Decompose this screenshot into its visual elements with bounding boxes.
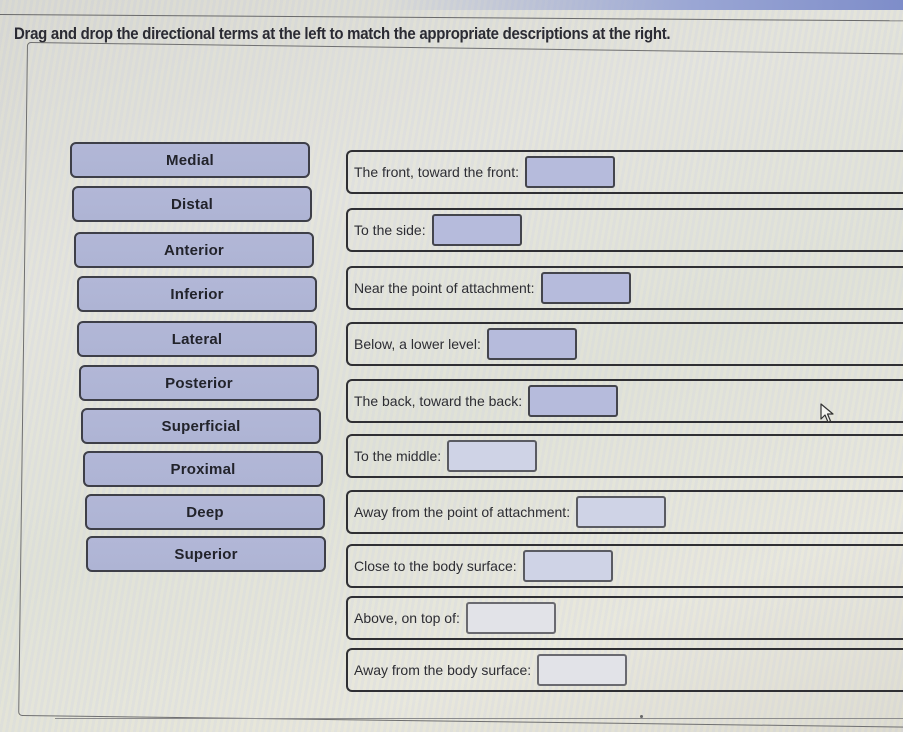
description-row: Near the point of attachment: xyxy=(346,266,903,310)
drop-target[interactable] xyxy=(528,385,619,417)
stray-dot xyxy=(640,715,643,718)
drop-target[interactable] xyxy=(537,654,628,686)
term-label: Lateral xyxy=(171,330,223,348)
term-label: Medial xyxy=(166,151,214,169)
term-label: Posterior xyxy=(165,374,233,392)
term-tile-deep[interactable]: Deep xyxy=(85,494,325,530)
drop-target[interactable] xyxy=(524,156,615,188)
description-label: Below, a lower level: xyxy=(354,336,481,352)
term-tile-proximal[interactable]: Proximal xyxy=(83,451,323,487)
term-tile-lateral[interactable]: Lateral xyxy=(77,321,317,357)
description-label: Above, on top of: xyxy=(354,610,460,626)
term-tile-posterior[interactable]: Posterior xyxy=(79,365,319,401)
term-tile-inferior[interactable]: Inferior xyxy=(77,276,317,312)
description-label: Away from the point of attachment: xyxy=(354,504,571,520)
term-tile-superficial[interactable]: Superficial xyxy=(81,408,321,444)
description-row: Away from the body surface: xyxy=(346,648,903,692)
term-label: Superficial xyxy=(161,417,241,435)
description-row: Below, a lower level: xyxy=(346,322,903,366)
term-tile-anterior[interactable]: Anterior xyxy=(74,232,314,268)
drop-target[interactable] xyxy=(522,550,613,582)
description-row: To the middle: xyxy=(346,434,903,478)
instructions-text: Drag and drop the directional terms at t… xyxy=(14,24,671,43)
description-label: The front, toward the front: xyxy=(354,164,519,180)
description-row: Close to the body surface: xyxy=(346,544,903,588)
description-row: Above, on top of: xyxy=(346,596,903,640)
term-label: Superior xyxy=(174,545,238,563)
term-label: Deep xyxy=(186,503,224,521)
term-label: Anterior xyxy=(164,241,224,259)
description-row: To the side: xyxy=(346,208,903,252)
term-label: Distal xyxy=(170,195,214,213)
term-label: Inferior xyxy=(170,285,224,303)
drop-target[interactable] xyxy=(465,602,556,634)
drop-target[interactable] xyxy=(447,440,538,472)
description-label: The back, toward the back: xyxy=(354,393,523,409)
description-label: To the side: xyxy=(354,222,426,238)
term-label: Proximal xyxy=(170,460,236,478)
description-label: Away from the body surface: xyxy=(354,662,532,678)
drop-target[interactable] xyxy=(540,272,631,304)
description-row: The front, toward the front: xyxy=(346,150,903,194)
description-label: To the middle: xyxy=(354,448,442,464)
drop-target[interactable] xyxy=(576,496,667,528)
drop-target[interactable] xyxy=(486,328,577,360)
term-tile-medial[interactable]: Medial xyxy=(70,142,310,178)
term-tile-superior[interactable]: Superior xyxy=(86,536,326,572)
description-label: Near the point of attachment: xyxy=(354,280,535,296)
description-label: Close to the body surface: xyxy=(354,558,517,574)
header-divider xyxy=(0,14,903,22)
footer-divider xyxy=(55,718,903,719)
drop-target[interactable] xyxy=(431,214,522,246)
window-header-strip xyxy=(380,0,903,10)
term-tile-distal[interactable]: Distal xyxy=(72,186,312,222)
description-row: Away from the point of attachment: xyxy=(346,490,903,534)
mouse-cursor-icon xyxy=(820,403,834,423)
